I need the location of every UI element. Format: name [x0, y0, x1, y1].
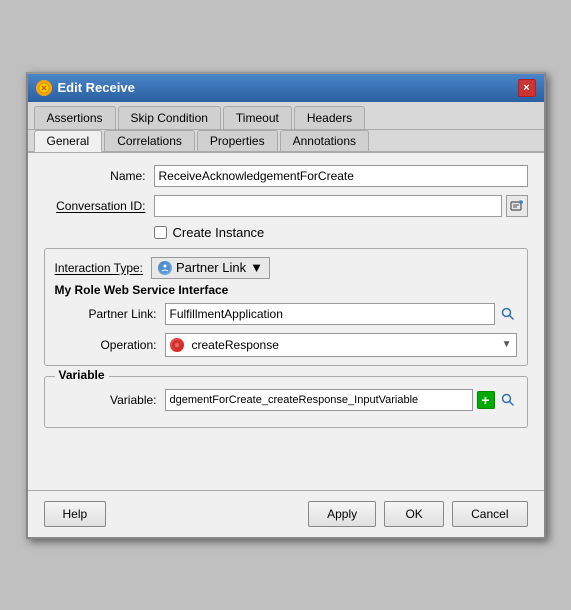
- create-instance-row: Create Instance: [44, 225, 528, 240]
- tabs-row2: General Correlations Properties Annotati…: [28, 130, 544, 153]
- apply-button[interactable]: Apply: [308, 501, 376, 527]
- partner-link-button[interactable]: Partner Link ▼: [151, 257, 270, 279]
- name-label: Name:: [44, 169, 154, 183]
- create-instance-checkbox[interactable]: [154, 226, 167, 239]
- my-role-label: My Role Web Service Interface: [55, 283, 517, 297]
- partner-link-input[interactable]: [165, 303, 495, 325]
- name-input[interactable]: [154, 165, 528, 187]
- tab-correlations[interactable]: Correlations: [104, 130, 195, 151]
- operation-dropdown-arrow: ▼: [502, 339, 512, 350]
- tab-annotations[interactable]: Annotations: [280, 130, 369, 151]
- partner-link-icon: [158, 261, 172, 275]
- variable-section-title: Variable: [55, 368, 109, 382]
- create-instance-label: Create Instance: [173, 225, 265, 240]
- conversation-row: Conversation ID: +: [44, 195, 528, 217]
- bottom-spacer: [44, 438, 528, 478]
- operation-dropdown-container[interactable]: createResponse ▼: [165, 333, 517, 357]
- partner-link-dropdown-arrow: ▼: [250, 260, 263, 275]
- tabs-row1: Assertions Skip Condition Timeout Header…: [28, 102, 544, 130]
- tab-timeout[interactable]: Timeout: [223, 106, 292, 129]
- conversation-label: Conversation ID:: [44, 199, 154, 213]
- dialog-icon: [36, 80, 52, 96]
- tab-headers[interactable]: Headers: [294, 106, 365, 129]
- operation-icon: [170, 338, 184, 352]
- svg-text:+: +: [520, 199, 524, 207]
- dialog-title: Edit Receive: [58, 80, 135, 95]
- name-row: Name:: [44, 165, 528, 187]
- conversation-browse-button[interactable]: +: [506, 195, 528, 217]
- operation-row: Operation: createResponse ▼: [55, 333, 517, 357]
- title-bar: Edit Receive ×: [28, 74, 544, 102]
- variable-add-icon[interactable]: +: [477, 391, 495, 409]
- interaction-type-label: Interaction Type:: [55, 261, 144, 275]
- variable-search-icon[interactable]: [499, 391, 517, 409]
- operation-value: createResponse: [192, 338, 279, 352]
- conversation-input[interactable]: [154, 195, 502, 217]
- partner-link-row: Partner Link:: [55, 303, 517, 325]
- dialog-content: Name: Conversation ID: +: [28, 153, 544, 490]
- close-button[interactable]: ×: [518, 79, 536, 97]
- tab-general[interactable]: General: [34, 130, 103, 152]
- edit-receive-dialog: Edit Receive × Assertions Skip Condition…: [26, 72, 546, 539]
- variable-input[interactable]: [165, 389, 473, 411]
- variable-section: Variable Variable: +: [44, 376, 528, 428]
- operation-label: Operation:: [55, 338, 165, 352]
- tab-assertions[interactable]: Assertions: [34, 106, 116, 129]
- ok-button[interactable]: OK: [384, 501, 444, 527]
- interaction-type-section: Interaction Type: Partner Link ▼ My Role…: [44, 248, 528, 366]
- partner-link-label: Partner Link:: [55, 307, 165, 321]
- variable-row: Variable: +: [55, 389, 517, 411]
- tab-skip-condition[interactable]: Skip Condition: [118, 106, 221, 129]
- partner-link-search-icon[interactable]: [499, 305, 517, 323]
- cancel-button[interactable]: Cancel: [452, 501, 527, 527]
- variable-label: Variable:: [55, 393, 165, 407]
- tab-properties[interactable]: Properties: [197, 130, 278, 151]
- partner-link-btn-label: Partner Link: [176, 260, 246, 275]
- footer: Help Apply OK Cancel: [28, 490, 544, 537]
- help-button[interactable]: Help: [44, 501, 107, 527]
